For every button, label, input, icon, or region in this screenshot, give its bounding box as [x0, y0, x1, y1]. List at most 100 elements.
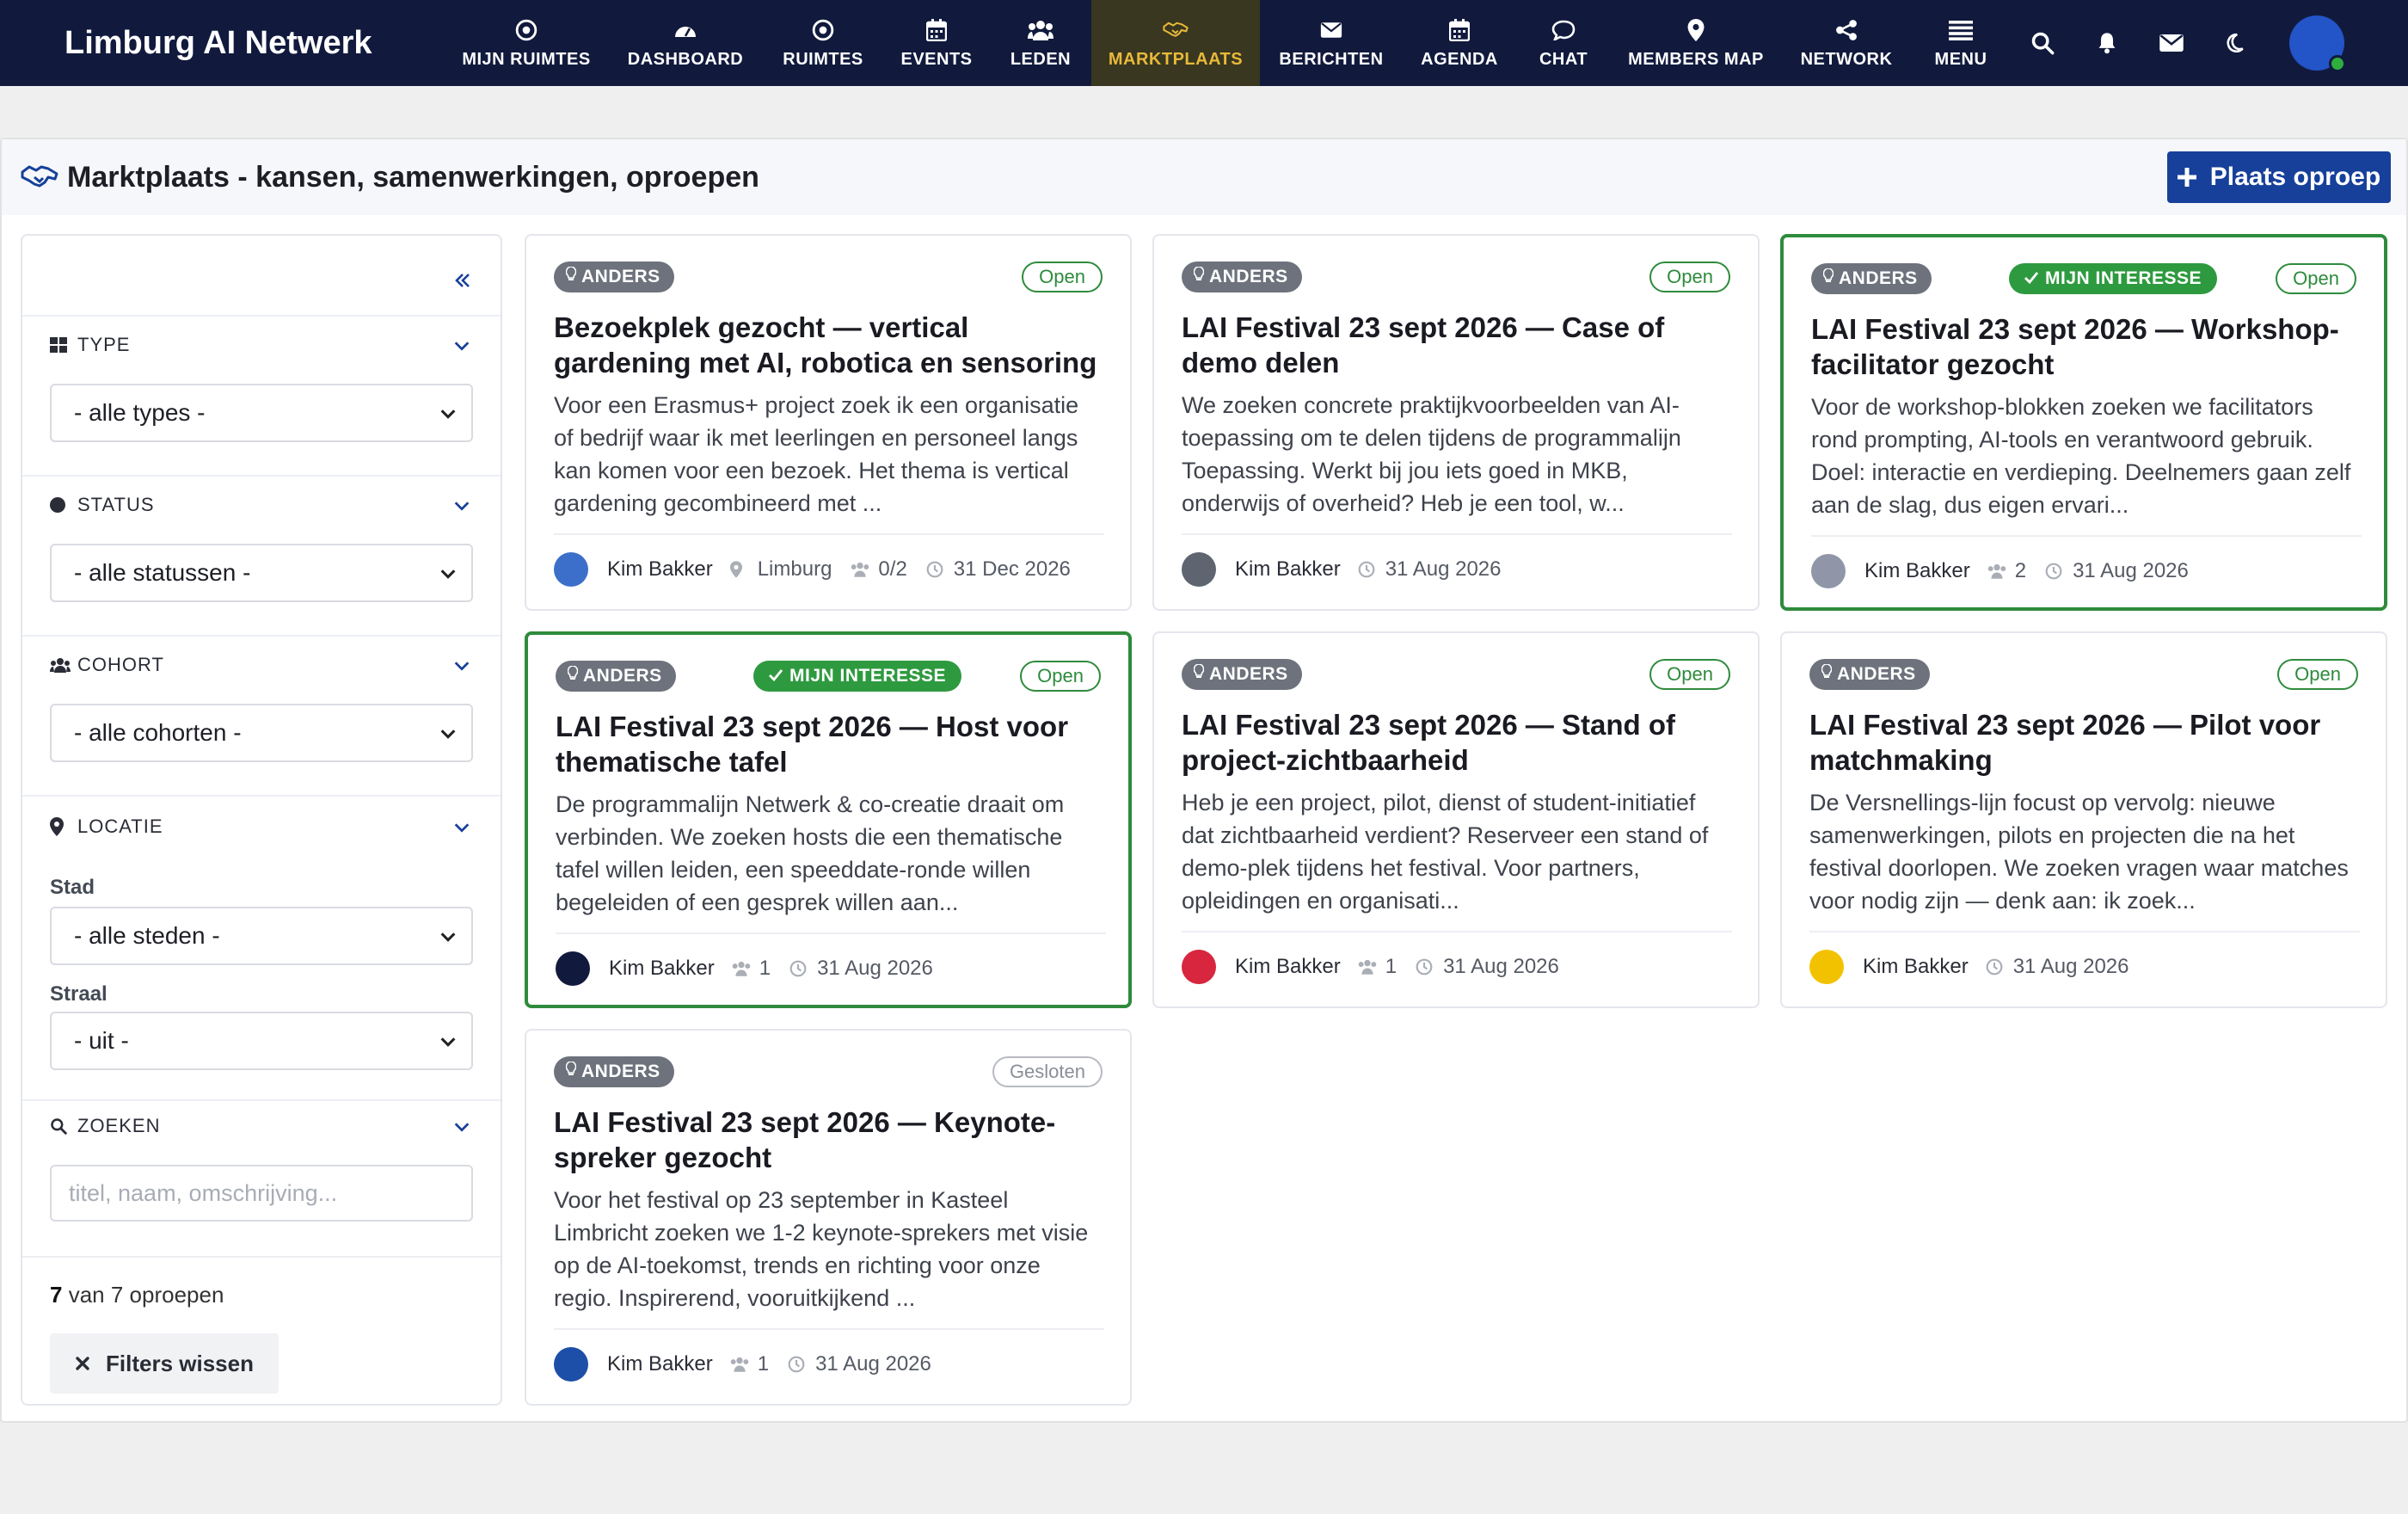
listing-title[interactable]: LAI Festival 23 sept 2026 — Workshop-fac… — [1811, 311, 2362, 382]
author-avatar[interactable] — [554, 1347, 588, 1382]
envelope-icon[interactable] — [2156, 28, 2187, 58]
nav-item-berichten[interactable]: BERICHTEN — [1267, 0, 1396, 86]
users-icon — [730, 1355, 749, 1374]
author-avatar[interactable] — [1182, 950, 1216, 984]
listing-card[interactable]: ANDERS Open LAI Festival 23 sept 2026 — Ca… — [1152, 234, 1760, 611]
nav-item-label: MENU — [1934, 49, 1987, 69]
chevron-down-icon[interactable] — [452, 496, 473, 517]
card-divider — [556, 932, 1106, 934]
chevron-down-icon[interactable] — [452, 1117, 473, 1138]
listing-description: Voor de workshop-blokken zoeken we facil… — [1811, 394, 2351, 518]
deadline-date: 31 Aug 2026 — [815, 1352, 931, 1376]
author-name[interactable]: Kim Bakker — [609, 957, 715, 981]
nav-item-mijn-ruimtes[interactable]: MIJN RUIMTES — [462, 0, 591, 86]
listing-title[interactable]: LAI Festival 23 sept 2026 — Host voor th… — [556, 709, 1106, 779]
nav-item-menu[interactable]: MENU — [1918, 0, 2004, 86]
nav-item-ruimtes[interactable]: RUIMTES — [771, 0, 875, 86]
search-filter-header[interactable]: ZOEKEN — [50, 1113, 160, 1139]
listing-card[interactable]: ANDERS Open Bezoekplek gezocht — vertical … — [525, 234, 1132, 611]
chevron-down-icon[interactable] — [452, 656, 473, 677]
author-name[interactable]: Kim Bakker — [607, 557, 713, 582]
page-title: Marktplaats - kansen, samenwerkingen, op… — [21, 158, 759, 196]
category-badge: ANDERS — [556, 661, 676, 692]
brand-logo[interactable]: Limburg AI Netwerk — [0, 0, 430, 86]
cohort-select-value: - alle cohorten - — [74, 719, 242, 746]
listing-description: Voor het festival op 23 september in Kas… — [554, 1187, 1089, 1311]
cohort-select[interactable]: - alle cohorten - — [50, 704, 473, 762]
nav-item-label: CHAT — [1539, 49, 1588, 69]
nav-item-label: LEDEN — [1010, 49, 1072, 69]
category-label: ANDERS — [1837, 664, 1916, 684]
card-divider — [1809, 931, 2360, 932]
type-select[interactable]: - alle types - — [50, 384, 473, 442]
lightbulb-icon — [1821, 663, 1833, 685]
nav-item-chat[interactable]: CHAT — [1520, 0, 1606, 86]
bell-icon[interactable] — [2092, 28, 2122, 58]
author-name[interactable]: Kim Bakker — [607, 1352, 713, 1376]
moon-icon[interactable] — [2219, 28, 2250, 58]
author-avatar[interactable] — [1182, 552, 1216, 587]
listing-title[interactable]: Bezoekplek gezocht — vertical gardening … — [554, 310, 1104, 380]
nav-item-dashboard[interactable]: DASHBOARD — [621, 0, 750, 86]
nav-item-events[interactable]: EVENTS — [889, 0, 984, 86]
lightbulb-icon — [1822, 268, 1834, 289]
type-filter-header[interactable]: TYPE — [50, 332, 130, 358]
nav-item-label: BERICHTEN — [1279, 49, 1384, 69]
map-pin-icon — [50, 817, 71, 836]
nav-item-label: MIJN RUIMTES — [462, 49, 591, 69]
listing-card[interactable]: ANDERS MIJN INTERESSE Open LAI Festival 23 … — [1780, 234, 2387, 611]
user-avatar[interactable] — [2289, 15, 2346, 72]
plus-icon — [2177, 168, 2196, 187]
users-icon — [851, 560, 869, 579]
interest-label: MIJN INTERESSE — [2045, 268, 2202, 288]
author-name[interactable]: Kim Bakker — [1863, 955, 1969, 979]
cohort-filter-header[interactable]: COHORT — [50, 652, 164, 678]
city-select[interactable]: - alle steden - — [50, 907, 473, 965]
author-name[interactable]: Kim Bakker — [1235, 955, 1341, 979]
handshake-icon — [1163, 17, 1189, 43]
listing-card[interactable]: ANDERS Open LAI Festival 23 sept 2026 — St… — [1152, 631, 1760, 1008]
chevron-down-icon — [440, 932, 456, 942]
category-badge: ANDERS — [1811, 263, 1932, 294]
status-filter-header[interactable]: STATUS — [50, 492, 155, 518]
listing-title[interactable]: LAI Festival 23 sept 2026 — Stand of pro… — [1182, 707, 1732, 778]
radius-select[interactable]: - uit - — [50, 1012, 473, 1070]
listing-title[interactable]: LAI Festival 23 sept 2026 — Case of demo… — [1182, 310, 1732, 380]
nav-item-agenda[interactable]: AGENDA — [1408, 0, 1511, 86]
target-icon — [513, 17, 539, 43]
search-icon[interactable] — [2027, 28, 2058, 58]
chevron-down-icon[interactable] — [452, 336, 473, 357]
search-input[interactable]: titel, naam, omschrijving... — [50, 1165, 473, 1222]
marketplace-panel: Marktplaats - kansen, samenwerkingen, op… — [0, 138, 2408, 1423]
clear-filters-button[interactable]: Filters wissen — [50, 1333, 279, 1394]
listing-card[interactable]: ANDERS MIJN INTERESSE Open LAI Festival 23 … — [525, 631, 1132, 1008]
author-name[interactable]: Kim Bakker — [1864, 559, 1970, 583]
status-badge: Open — [2277, 659, 2358, 690]
listing-title[interactable]: LAI Festival 23 sept 2026 — Pilot voor m… — [1809, 707, 2360, 778]
author-avatar[interactable] — [554, 552, 588, 587]
author-name[interactable]: Kim Bakker — [1235, 557, 1341, 582]
result-count-text: van 7 oproepen — [68, 1282, 224, 1308]
nav-item-members-map[interactable]: MEMBERS MAP — [1619, 0, 1773, 86]
listing-card[interactable]: ANDERS Open LAI Festival 23 sept 2026 — Pi… — [1780, 631, 2387, 1008]
collapse-sidebar-icon[interactable] — [452, 270, 478, 296]
listing-card[interactable]: ANDERS Gesloten LAI Festival 23 sept 2026 … — [525, 1029, 1132, 1406]
listing-meta: Kim Bakker 1 31 Aug 2026 — [1182, 948, 1732, 986]
nav-item-network[interactable]: NETWORK — [1791, 0, 1902, 86]
my-interest-badge: MIJN INTERESSE — [753, 661, 962, 692]
author-avatar[interactable] — [1809, 950, 1844, 984]
author-avatar[interactable] — [556, 951, 590, 986]
card-divider — [1182, 931, 1732, 932]
chevron-down-icon[interactable] — [452, 818, 473, 839]
author-avatar[interactable] — [1811, 554, 1846, 588]
location-filter-header[interactable]: LOCATIE — [50, 814, 163, 840]
listing-title[interactable]: LAI Festival 23 sept 2026 — Keynote-spre… — [554, 1105, 1104, 1175]
category-label: ANDERS — [581, 1062, 660, 1081]
place-call-button[interactable]: Plaats oproep — [2167, 151, 2391, 203]
category-badge: ANDERS — [1809, 659, 1930, 690]
nav-item-leden[interactable]: LEDEN — [998, 0, 1084, 86]
nav-item-marktplaats[interactable]: MARKTPLAATS — [1091, 0, 1260, 86]
status-select[interactable]: - alle statussen - — [50, 544, 473, 602]
participants-value: 1 — [759, 957, 771, 980]
lightbulb-icon — [1193, 663, 1205, 685]
